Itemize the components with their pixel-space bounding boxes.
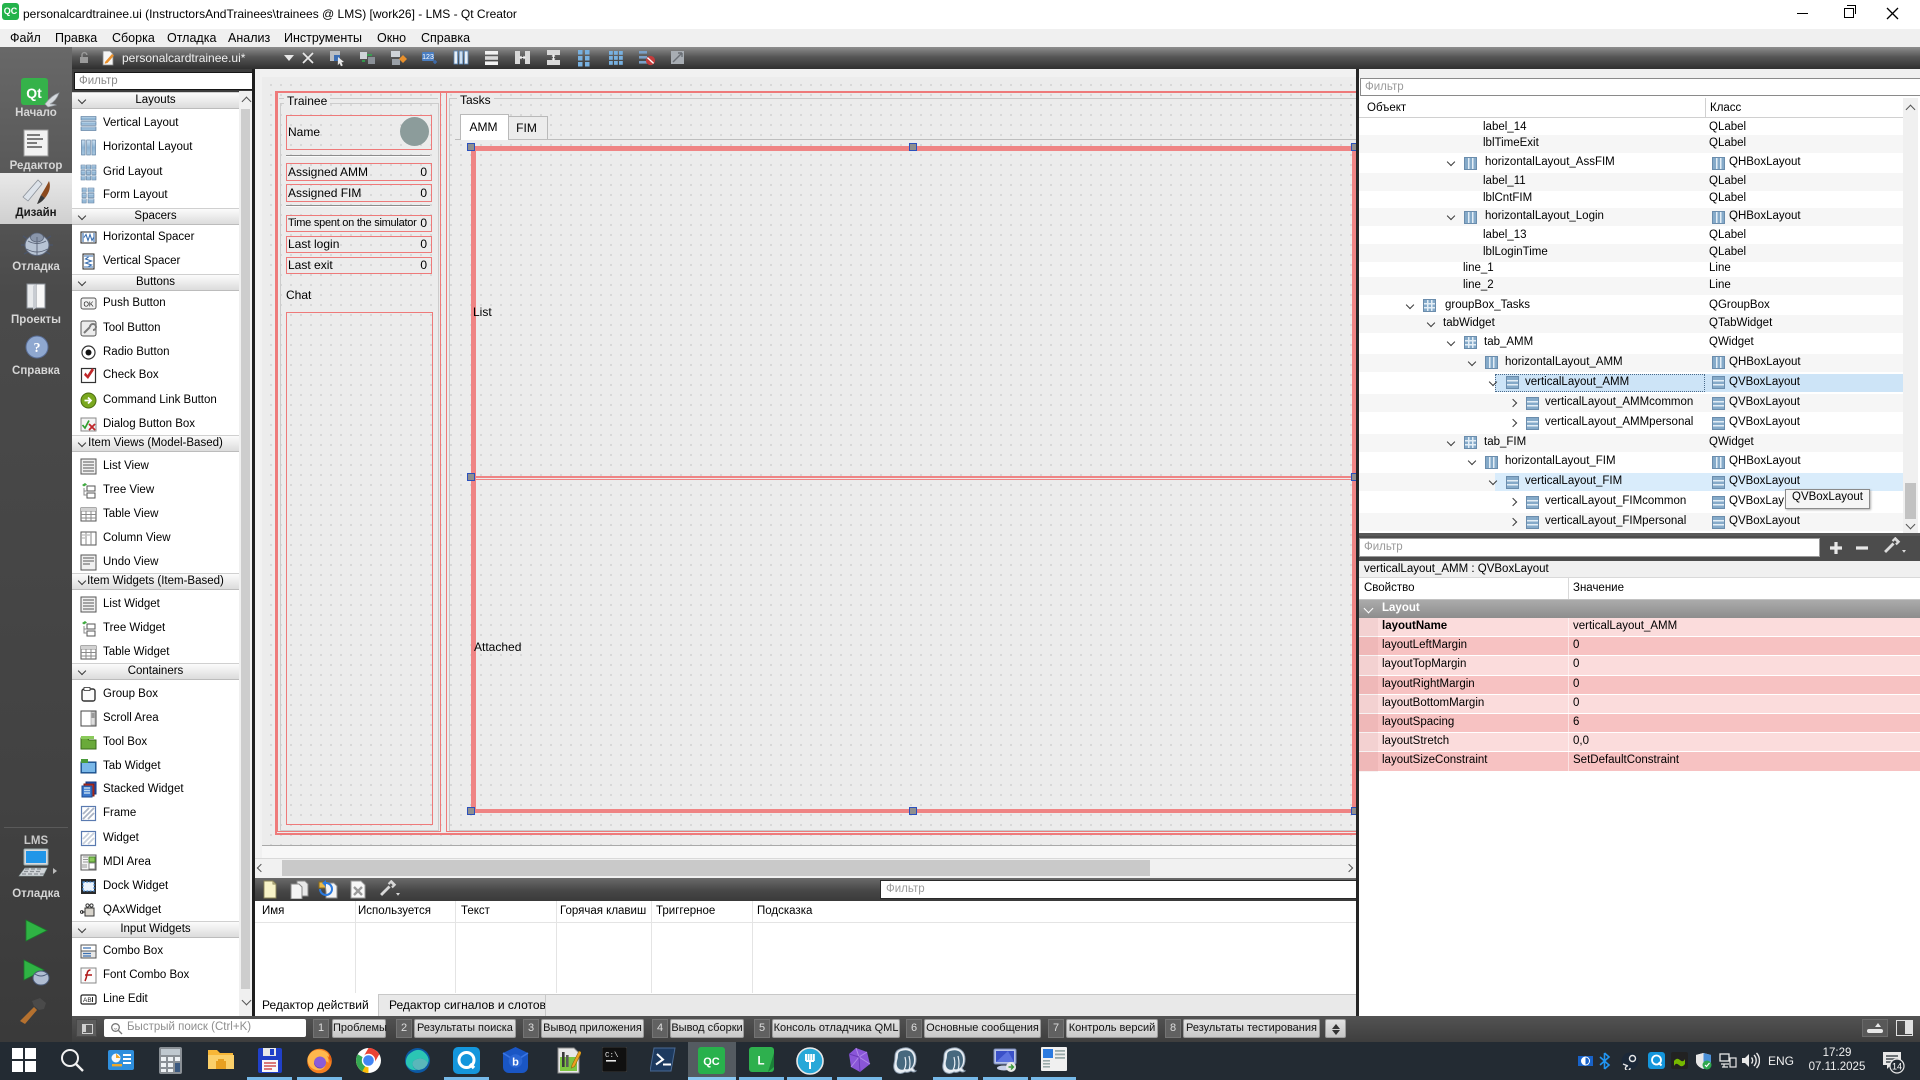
svg-text:OK: OK bbox=[83, 302, 93, 309]
svg-text:14: 14 bbox=[1892, 1062, 1902, 1072]
svg-text:L: L bbox=[757, 1056, 764, 1068]
svg-text:QC: QC bbox=[703, 1056, 720, 1068]
svg-text:C:\: C:\ bbox=[605, 1052, 619, 1060]
svg-text:Qt: Qt bbox=[26, 85, 42, 101]
svg-text:123: 123 bbox=[422, 54, 434, 61]
svg-text:?: ? bbox=[34, 341, 41, 356]
svg-text:AB: AB bbox=[83, 997, 92, 1004]
svg-text:b: b bbox=[512, 1057, 519, 1069]
